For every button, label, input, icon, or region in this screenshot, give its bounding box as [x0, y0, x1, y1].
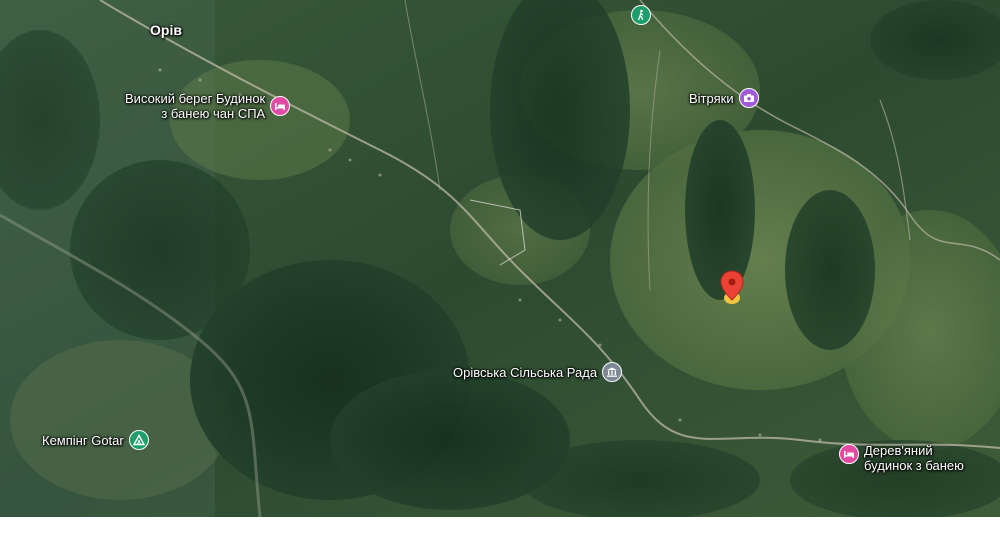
satellite-terrain — [0, 0, 1000, 517]
poi-label-line2: з банею чан СПА — [161, 106, 266, 121]
hiking-icon — [631, 5, 651, 25]
map-root: Орів Високий берег Будинок з банею чан С… — [0, 0, 1000, 553]
poi-hiking[interactable] — [631, 5, 651, 25]
poi-label: Дерев'яний будинок з банею — [864, 443, 964, 473]
poi-label: Високий берег Будинок з банею чан СПА — [125, 91, 265, 121]
poi-orivska-rada[interactable]: Орівська Сільська Рада — [453, 362, 623, 382]
poi-label-line1: Дерев'яний — [864, 443, 933, 458]
poi-label: Вітряки — [689, 90, 734, 106]
poi-hotel-vysokyi-bereh[interactable]: Високий берег Будинок з банею чан СПА — [125, 91, 291, 121]
poi-label-line2: будинок з банею — [864, 458, 964, 473]
town-label[interactable]: Орів — [150, 22, 182, 38]
poi-hotel-dereviany[interactable]: Дерев'яний будинок з банею — [839, 443, 964, 473]
camera-icon — [738, 88, 759, 108]
selected-location-marker[interactable] — [719, 270, 745, 306]
bottom-blank-area — [0, 517, 1000, 553]
poi-label-line1: Високий берег Будинок — [125, 91, 266, 106]
poi-camping-gotar[interactable]: Кемпінг Gotar — [42, 430, 149, 450]
poi-label: Орівська Сільська Рада — [453, 364, 598, 380]
government-building-icon — [602, 362, 623, 382]
poi-vitriaky[interactable]: Вітряки — [689, 88, 759, 108]
poi-label: Кемпінг Gotar — [42, 432, 124, 448]
hotel-icon — [270, 96, 291, 116]
camping-tent-icon — [128, 430, 149, 450]
hotel-icon — [839, 444, 859, 464]
satellite-map[interactable]: Орів Високий берег Будинок з банею чан С… — [0, 0, 1000, 517]
